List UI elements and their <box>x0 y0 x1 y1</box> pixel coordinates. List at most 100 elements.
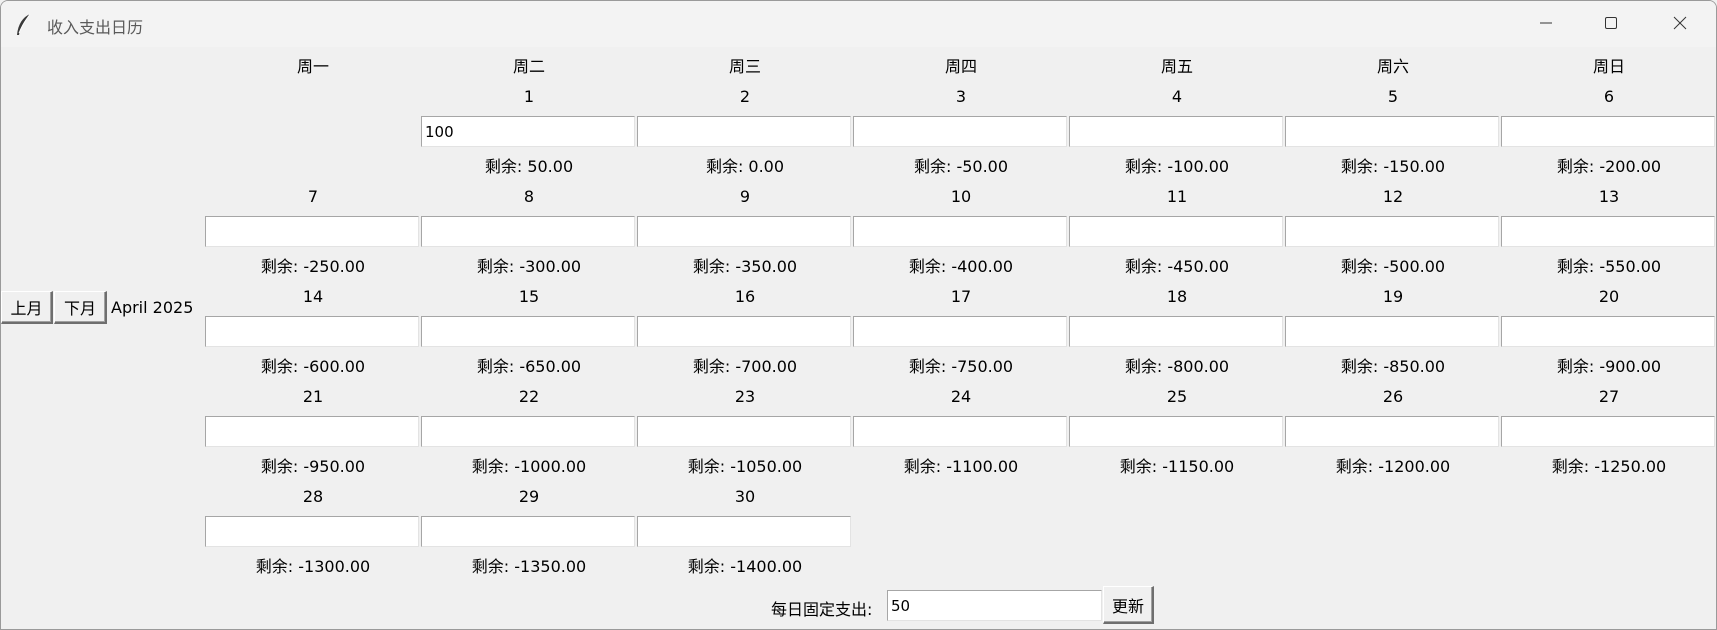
day-remaining-label: 剩余: -250.00 <box>260 257 366 276</box>
day-amount-input[interactable] <box>205 316 419 347</box>
fixed-expense-label: 每日固定支出: <box>771 600 873 619</box>
day-amount-input[interactable] <box>637 516 851 547</box>
close-button[interactable] <box>1653 1 1709 47</box>
month-label: April 2025 <box>111 298 194 317</box>
day-number: 30 <box>734 487 756 506</box>
day-amount-input[interactable] <box>1285 316 1499 347</box>
day-amount-input[interactable] <box>1069 116 1283 147</box>
day-remaining-label: 剩余: -950.00 <box>260 457 366 476</box>
day-number: 22 <box>518 387 540 406</box>
next-month-button[interactable]: 下月 <box>54 291 107 324</box>
day-number: 24 <box>950 387 972 406</box>
day-remaining-label: 剩余: -500.00 <box>1340 257 1446 276</box>
day-remaining-label: 剩余: -1100.00 <box>903 457 1019 476</box>
fixed-expense-input[interactable] <box>887 590 1102 621</box>
day-number: 10 <box>950 187 972 206</box>
app-window: 收入支出日历 上月 下月 April 2025 周一 周二 周三 周四 周五 周六 周日 1 剩… <box>0 0 1717 630</box>
feather-icon <box>15 13 33 37</box>
day-remaining-label: 剩余: -1050.00 <box>687 457 803 476</box>
day-amount-input[interactable] <box>637 116 851 147</box>
maximize-button[interactable] <box>1584 1 1640 47</box>
day-amount-input[interactable] <box>853 216 1067 247</box>
calendar-area: 上月 下月 April 2025 周一 周二 周三 周四 周五 周六 周日 1 剩余: 50.0… <box>1 47 1716 629</box>
title-bar: 收入支出日历 <box>1 1 1716 47</box>
day-number: 18 <box>1166 287 1188 306</box>
day-remaining-label: 剩余: 50.00 <box>484 157 574 176</box>
day-remaining-label: 剩余: -600.00 <box>260 357 366 376</box>
day-amount-input[interactable] <box>1285 116 1499 147</box>
day-amount-input[interactable] <box>1069 416 1283 447</box>
day-number: 21 <box>302 387 324 406</box>
day-number: 13 <box>1598 187 1620 206</box>
day-remaining-label: 剩余: -450.00 <box>1124 257 1230 276</box>
day-amount-input[interactable] <box>205 516 419 547</box>
day-amount-input[interactable] <box>853 416 1067 447</box>
day-remaining-label: 剩余: -650.00 <box>476 357 582 376</box>
day-amount-input[interactable] <box>1285 416 1499 447</box>
day-number: 25 <box>1166 387 1188 406</box>
day-remaining-label: 剩余: -900.00 <box>1556 357 1662 376</box>
day-amount-input[interactable] <box>205 216 419 247</box>
update-button[interactable]: 更新 <box>1103 586 1154 624</box>
maximize-icon <box>1605 17 1617 29</box>
day-number: 19 <box>1382 287 1404 306</box>
minimize-button[interactable] <box>1519 1 1575 47</box>
day-amount-input[interactable] <box>1501 416 1715 447</box>
day-number: 20 <box>1598 287 1620 306</box>
day-number: 5 <box>1387 87 1399 106</box>
day-amount-input[interactable] <box>421 116 635 147</box>
day-number: 16 <box>734 287 756 306</box>
day-remaining-label: 剩余: -400.00 <box>908 257 1014 276</box>
day-amount-input[interactable] <box>637 216 851 247</box>
day-amount-input[interactable] <box>853 116 1067 147</box>
day-amount-input[interactable] <box>1501 216 1715 247</box>
day-remaining-label: 剩余: -50.00 <box>913 157 1009 176</box>
weekday-header: 周六 <box>1376 57 1409 76</box>
minimize-icon <box>1540 22 1552 24</box>
day-amount-input[interactable] <box>637 316 851 347</box>
day-amount-input[interactable] <box>637 416 851 447</box>
day-number: 28 <box>302 487 324 506</box>
day-remaining-label: 剩余: -150.00 <box>1340 157 1446 176</box>
day-remaining-label: 剩余: -100.00 <box>1124 157 1230 176</box>
day-amount-input[interactable] <box>1501 316 1715 347</box>
close-icon <box>1673 16 1687 30</box>
day-number: 2 <box>739 87 751 106</box>
day-amount-input[interactable] <box>1069 216 1283 247</box>
prev-month-button[interactable]: 上月 <box>1 291 53 324</box>
day-remaining-label: 剩余: -750.00 <box>908 357 1014 376</box>
weekday-header: 周四 <box>944 57 977 76</box>
weekday-header: 周一 <box>296 57 329 76</box>
weekday-header: 周日 <box>1592 57 1625 76</box>
day-number: 1 <box>523 87 535 106</box>
day-remaining-label: 剩余: -300.00 <box>476 257 582 276</box>
weekday-header: 周五 <box>1160 57 1193 76</box>
day-remaining-label: 剩余: -700.00 <box>692 357 798 376</box>
day-number: 6 <box>1603 87 1615 106</box>
day-number: 12 <box>1382 187 1404 206</box>
day-amount-input[interactable] <box>421 416 635 447</box>
day-number: 23 <box>734 387 756 406</box>
weekday-header: 周三 <box>728 57 761 76</box>
day-amount-input[interactable] <box>1501 116 1715 147</box>
day-amount-input[interactable] <box>421 516 635 547</box>
day-number: 3 <box>955 87 967 106</box>
day-amount-input[interactable] <box>421 316 635 347</box>
day-remaining-label: 剩余: -1300.00 <box>255 557 371 576</box>
day-amount-input[interactable] <box>421 216 635 247</box>
day-number: 15 <box>518 287 540 306</box>
day-amount-input[interactable] <box>1069 316 1283 347</box>
day-number: 26 <box>1382 387 1404 406</box>
day-remaining-label: 剩余: -1150.00 <box>1119 457 1235 476</box>
day-remaining-label: 剩余: -1000.00 <box>471 457 587 476</box>
day-remaining-label: 剩余: -1400.00 <box>687 557 803 576</box>
day-number: 27 <box>1598 387 1620 406</box>
weekday-header: 周二 <box>512 57 545 76</box>
day-remaining-label: 剩余: -1350.00 <box>471 557 587 576</box>
day-amount-input[interactable] <box>205 416 419 447</box>
day-remaining-label: 剩余: 0.00 <box>705 157 785 176</box>
day-number: 9 <box>739 187 751 206</box>
day-amount-input[interactable] <box>853 316 1067 347</box>
day-amount-input[interactable] <box>1285 216 1499 247</box>
day-remaining-label: 剩余: -850.00 <box>1340 357 1446 376</box>
